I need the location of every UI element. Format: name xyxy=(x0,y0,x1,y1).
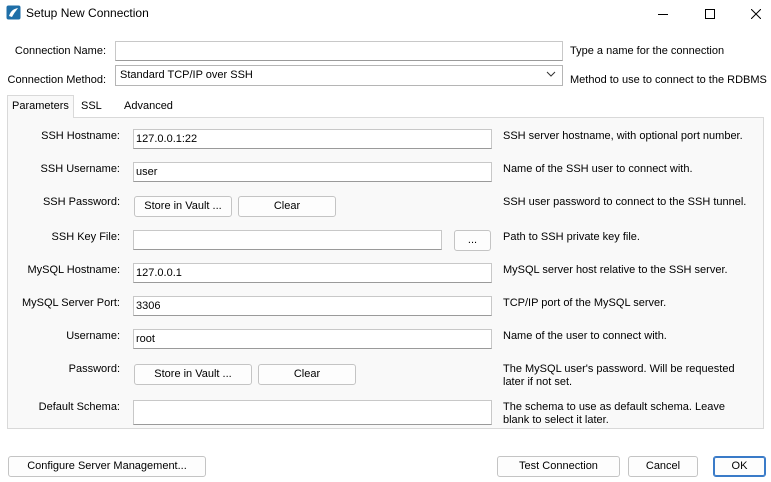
ssh-hostname-label: SSH Hostname: xyxy=(41,130,120,142)
ssh-username-label: SSH Username: xyxy=(40,163,120,175)
test-connection-button[interactable]: Test Connection xyxy=(497,456,620,477)
ssh-clear-button[interactable]: Clear xyxy=(238,196,336,217)
ssh-password-help: SSH user password to connect to the SSH … xyxy=(503,196,747,208)
mysql-workbench-icon xyxy=(6,5,21,20)
connection-method-help: Method to use to connect to the RDBMS xyxy=(570,74,767,86)
browse-keyfile-button[interactable]: ... xyxy=(454,230,491,251)
ssh-keyfile-input[interactable] xyxy=(133,230,442,250)
password-help-line-1: The MySQL user's password. Will be reque… xyxy=(503,363,735,375)
connection-name-label: Connection Name: xyxy=(14,45,106,57)
store-in-vault-button[interactable]: Store in Vault ... xyxy=(134,364,252,385)
connection-method-label: Connection Method: xyxy=(7,74,106,86)
default-schema-input[interactable] xyxy=(133,400,492,425)
window-title: Setup New Connection xyxy=(26,6,149,20)
ssh-username-help: Name of the SSH user to connect with. xyxy=(503,163,693,175)
mysql-hostname-input[interactable]: 127.0.0.1 xyxy=(133,263,492,283)
configure-server-management-button[interactable]: Configure Server Management... xyxy=(8,456,206,477)
username-input[interactable]: root xyxy=(133,329,492,349)
default-schema-help-line-2: blank to select it later. xyxy=(503,414,609,426)
mysql-port-label: MySQL Server Port: xyxy=(21,297,120,309)
ssh-store-in-vault-button[interactable]: Store in Vault ... xyxy=(134,196,232,217)
minimize-icon xyxy=(658,9,668,19)
mysql-port-help: TCP/IP port of the MySQL server. xyxy=(503,297,667,309)
ssh-hostname-input[interactable]: 127.0.0.1:22 xyxy=(133,129,492,149)
clear-password-button[interactable]: Clear xyxy=(258,364,356,385)
connection-method-select[interactable]: Standard TCP/IP over SSH xyxy=(115,65,563,86)
ssh-keyfile-label: SSH Key File: xyxy=(51,231,120,243)
ssh-keyfile-help: Path to SSH private key file. xyxy=(503,231,640,243)
mysql-hostname-label: MySQL Hostname: xyxy=(27,264,120,276)
minimize-button[interactable] xyxy=(641,0,685,28)
password-help-line-2: later if not set. xyxy=(503,376,573,388)
ssh-username-input[interactable]: user xyxy=(133,162,492,182)
connection-name-help: Type a name for the connection xyxy=(570,45,725,57)
default-schema-help-line-1: The schema to use as default schema. Lea… xyxy=(503,401,725,413)
mysql-hostname-help: MySQL server host relative to the SSH se… xyxy=(503,264,728,276)
connection-method-value: Standard TCP/IP over SSH xyxy=(120,69,253,81)
default-schema-label: Default Schema: xyxy=(38,401,120,413)
ssh-password-label: SSH Password: xyxy=(42,196,120,208)
title-bar: Setup New Connection xyxy=(0,0,771,28)
cancel-button[interactable]: Cancel xyxy=(628,456,698,477)
ssh-hostname-help: SSH server hostname, with optional port … xyxy=(503,130,743,142)
close-button[interactable] xyxy=(734,0,771,28)
username-label: Username: xyxy=(66,330,120,342)
password-label: Password: xyxy=(68,363,120,375)
maximize-icon xyxy=(705,9,715,19)
tab-advanced[interactable]: Advanced xyxy=(120,96,177,116)
mysql-port-input[interactable]: 3306 xyxy=(133,296,492,316)
username-help: Name of the user to connect with. xyxy=(503,330,667,342)
ok-button[interactable]: OK xyxy=(713,456,766,477)
connection-name-input[interactable] xyxy=(115,41,563,61)
chevron-down-icon xyxy=(546,69,556,82)
maximize-button[interactable] xyxy=(688,0,732,28)
close-icon xyxy=(751,9,761,19)
tab-parameters[interactable]: Parameters xyxy=(7,95,74,118)
tab-ssl[interactable]: SSL xyxy=(77,96,106,116)
